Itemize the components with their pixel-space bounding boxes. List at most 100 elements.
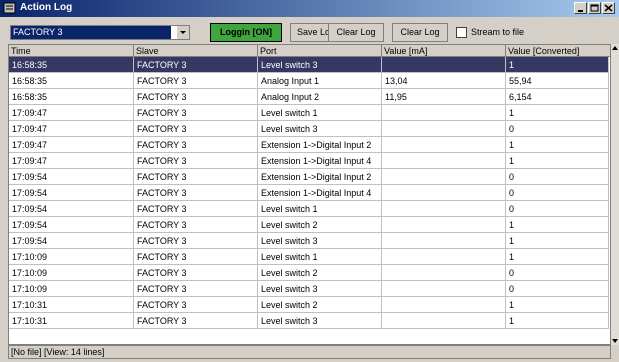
table-row[interactable]: 17:10:09 FACTORY 3 Level switch 2 0 <box>9 265 609 281</box>
action-log-window: Action Log FACTORY 3 Loggin [ON] Save Lo… <box>0 0 619 362</box>
minimize-icon <box>578 10 583 12</box>
slave-select[interactable]: FACTORY 3 <box>10 25 190 40</box>
cell-slave: FACTORY 3 <box>134 185 258 201</box>
cell-port: Level switch 2 <box>258 297 382 313</box>
cell-value-converted: 1 <box>506 217 609 233</box>
cell-port: Level switch 3 <box>258 57 382 73</box>
cell-value-ma <box>382 297 506 313</box>
table-row[interactable]: 17:10:09 FACTORY 3 Level switch 3 0 <box>9 281 609 297</box>
cell-port: Level switch 1 <box>258 201 382 217</box>
scroll-up-icon[interactable] <box>611 44 619 52</box>
title-bar[interactable]: Action Log <box>0 0 619 17</box>
cell-time: 17:09:54 <box>9 185 134 201</box>
cell-slave: FACTORY 3 <box>134 201 258 217</box>
cell-value-ma <box>382 217 506 233</box>
cell-time: 17:10:09 <box>9 265 134 281</box>
cell-time: 16:58:35 <box>9 73 134 89</box>
table-row[interactable]: 16:58:35 FACTORY 3 Analog Input 2 11,95 6,15… <box>9 89 609 105</box>
cell-value-converted: 1 <box>506 105 609 121</box>
cell-value-ma <box>382 233 506 249</box>
cell-time: 16:58:35 <box>9 57 134 73</box>
cell-port: Extension 1->Digital Input 2 <box>258 169 382 185</box>
cell-time: 17:10:31 <box>9 313 134 329</box>
table-row[interactable]: 17:09:47 FACTORY 3 Level switch 1 1 <box>9 105 609 121</box>
vertical-scrollbar[interactable] <box>611 44 619 345</box>
cell-time: 17:09:47 <box>9 137 134 153</box>
cell-value-converted: 0 <box>506 185 609 201</box>
cell-time: 17:09:47 <box>9 121 134 137</box>
cell-value-converted: 1 <box>506 137 609 153</box>
log-table[interactable]: Time Slave Port Value [mA] Value [Conver… <box>8 44 611 345</box>
cell-value-converted: 0 <box>506 201 609 217</box>
table-row[interactable]: 17:09:54 FACTORY 3 Extension 1->Digital In… <box>9 185 609 201</box>
cell-value-converted: 6,154 <box>506 89 609 105</box>
table-row[interactable]: 17:09:54 FACTORY 3 Level switch 2 1 <box>9 217 609 233</box>
column-header-port[interactable]: Port <box>258 45 382 57</box>
cell-time: 17:09:47 <box>9 105 134 121</box>
column-header-value-ma[interactable]: Value [mA] <box>382 45 506 57</box>
cell-slave: FACTORY 3 <box>134 73 258 89</box>
clear-log-button[interactable]: Clear Log <box>328 23 384 42</box>
cell-time: 17:09:54 <box>9 201 134 217</box>
cell-value-ma <box>382 249 506 265</box>
app-icon <box>3 2 16 14</box>
table-row[interactable]: 17:09:47 FACTORY 3 Extension 1->Digital In… <box>9 153 609 169</box>
table-row[interactable]: 16:58:35 FACTORY 3 Analog Input 1 13,04 55,9… <box>9 73 609 89</box>
cell-time: 17:10:09 <box>9 281 134 297</box>
cell-value-converted: 1 <box>506 153 609 169</box>
column-header-slave[interactable]: Slave <box>134 45 258 57</box>
cell-time: 17:10:09 <box>9 249 134 265</box>
cell-time: 17:09:47 <box>9 153 134 169</box>
cell-value-converted: 1 <box>506 249 609 265</box>
table-row[interactable]: 17:09:54 FACTORY 3 Extension 1->Digital In… <box>9 169 609 185</box>
table-row[interactable]: 17:09:54 FACTORY 3 Level switch 1 0 <box>9 201 609 217</box>
maximize-button[interactable] <box>588 2 601 14</box>
cell-time: 17:09:54 <box>9 169 134 185</box>
cell-slave: FACTORY 3 <box>134 153 258 169</box>
status-bar: [No file] [View: 14 lines] <box>8 345 611 359</box>
cell-value-ma <box>382 185 506 201</box>
cell-time: 17:09:54 <box>9 217 134 233</box>
cell-slave: FACTORY 3 <box>134 57 258 73</box>
clear-log-file-button[interactable]: Clear Log File <box>392 23 448 54</box>
scroll-down-icon[interactable] <box>611 337 619 345</box>
chevron-down-icon <box>180 31 186 34</box>
table-row[interactable]: 17:09:47 FACTORY 3 Extension 1->Digital In… <box>9 137 609 153</box>
maximize-icon <box>590 4 599 12</box>
cell-port: Level switch 1 <box>258 249 382 265</box>
cell-value-ma <box>382 153 506 169</box>
table-row[interactable]: 17:10:31 FACTORY 3 Level switch 3 1 <box>9 313 609 329</box>
table-header: Time Slave Port Value [mA] Value [Conver… <box>9 45 610 57</box>
cell-value-converted: 1 <box>506 297 609 313</box>
toolbar: FACTORY 3 Loggin [ON] Save Log Clear Log… <box>0 17 619 54</box>
table-row[interactable]: 16:58:35 FACTORY 3 Level switch 3 1 <box>9 57 609 73</box>
column-header-time[interactable]: Time <box>9 45 134 57</box>
close-button[interactable] <box>602 2 615 14</box>
table-row[interactable]: 17:09:54 FACTORY 3 Level switch 3 1 <box>9 233 609 249</box>
cell-port: Level switch 3 <box>258 233 382 249</box>
cell-value-ma <box>382 265 506 281</box>
cell-port: Extension 1->Digital Input 2 <box>258 137 382 153</box>
cell-slave: FACTORY 3 <box>134 169 258 185</box>
cell-value-converted: 1 <box>506 57 609 73</box>
minimize-button[interactable] <box>574 2 587 14</box>
column-header-value-converted[interactable]: Value [Converted] <box>506 45 610 57</box>
cell-slave: FACTORY 3 <box>134 297 258 313</box>
stream-to-file-checkbox[interactable] <box>456 27 467 38</box>
cell-time: 17:10:31 <box>9 297 134 313</box>
table-row[interactable]: 17:09:47 FACTORY 3 Level switch 3 0 <box>9 121 609 137</box>
dropdown-button[interactable] <box>176 26 189 39</box>
window-title: Action Log <box>20 2 73 13</box>
cell-value-converted: 55,94 <box>506 73 609 89</box>
cell-port: Level switch 3 <box>258 281 382 297</box>
cell-value-converted: 1 <box>506 313 609 329</box>
table-row[interactable]: 17:10:31 FACTORY 3 Level switch 2 1 <box>9 297 609 313</box>
cell-slave: FACTORY 3 <box>134 233 258 249</box>
cell-port: Extension 1->Digital Input 4 <box>258 185 382 201</box>
close-icon <box>604 4 613 12</box>
cell-port: Level switch 2 <box>258 217 382 233</box>
cell-slave: FACTORY 3 <box>134 121 258 137</box>
table-row[interactable]: 17:10:09 FACTORY 3 Level switch 1 1 <box>9 249 609 265</box>
loggin-toggle-button[interactable]: Loggin [ON] <box>210 23 282 42</box>
cell-value-converted: 1 <box>506 233 609 249</box>
